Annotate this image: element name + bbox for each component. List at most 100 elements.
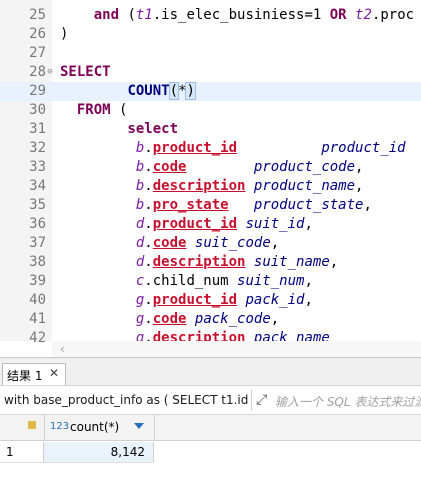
- line-number: 42: [29, 330, 46, 346]
- line-number: 36: [29, 216, 46, 232]
- lock-icon: [28, 421, 36, 429]
- code-token: ,: [304, 216, 313, 232]
- code-text: d.description suit_name,: [60, 253, 338, 272]
- code-token: pack_id: [245, 292, 305, 308]
- code-line[interactable]: 28 ⊖ SELECT: [0, 63, 421, 82]
- column-name: count(*): [70, 420, 120, 434]
- code-token: SELECT: [60, 64, 111, 80]
- line-number: 34: [29, 178, 46, 194]
- code-line[interactable]: 32 b.product_id product_id: [0, 139, 421, 158]
- line-number: 27: [29, 45, 46, 61]
- filter-input[interactable]: 输入一个 SQL 表达式来过滤: [275, 393, 421, 410]
- divider: [251, 390, 252, 410]
- line-number: 28: [29, 64, 46, 80]
- code-line[interactable]: 27: [0, 44, 421, 63]
- code-token: ): [60, 26, 69, 42]
- code-line[interactable]: 37 d.code suit_code,: [0, 234, 421, 253]
- code-line[interactable]: 39 c.child_num suit_num,: [0, 272, 421, 291]
- code-text: SELECT: [60, 63, 111, 82]
- line-number: 33: [29, 159, 46, 175]
- horizontal-scrollbar[interactable]: ‹: [52, 341, 421, 357]
- code-token: code: [152, 159, 187, 175]
- column-header-count[interactable]: 123 count(*): [44, 415, 155, 440]
- code-token: t1: [135, 7, 153, 23]
- tab-result-1[interactable]: 结果 1 ✕: [2, 363, 66, 385]
- sql-editor[interactable]: 25 and (t1.is_elec_businiess=1 OR t2.pro…: [0, 0, 421, 357]
- code-token: description: [152, 254, 246, 270]
- line-number: 31: [29, 121, 46, 137]
- code-token: product_name: [253, 178, 356, 194]
- code-token: pro_state: [152, 197, 229, 213]
- close-icon[interactable]: ✕: [49, 366, 59, 380]
- code-line[interactable]: 35 b.pro_state product_state,: [0, 196, 421, 215]
- code-token: .: [144, 311, 153, 327]
- code-token: suit_name: [253, 254, 330, 270]
- filter-bar: with base_product_info as ( SELECT t1.id…: [0, 385, 421, 415]
- line-number: 35: [29, 197, 46, 213]
- code-token: ,: [270, 235, 280, 251]
- code-line[interactable]: 25 and (t1.is_elec_businiess=1 OR t2.pro…: [0, 6, 421, 25]
- code-token: ,: [270, 311, 280, 327]
- line-number: 25: [29, 7, 46, 23]
- code-text: COUNT(*): [60, 82, 196, 101]
- code-token: .is_elec_businiess=1: [152, 7, 330, 23]
- row-number: 1: [0, 442, 44, 463]
- code-token: .: [144, 254, 153, 270]
- code-line[interactable]: 34 b.description product_name,: [0, 177, 421, 196]
- code-token: pack_code: [194, 311, 271, 327]
- code-line[interactable]: 40 g.product_id pack_id,: [0, 291, 421, 310]
- code-token: .: [144, 140, 153, 156]
- results-tab-strip: 结果 1 ✕: [0, 357, 421, 385]
- code-line[interactable]: 36 d.product_id suit_id,: [0, 215, 421, 234]
- code-token: t2: [355, 7, 372, 23]
- table-cell[interactable]: 8,142: [44, 442, 154, 463]
- code-token: ): [185, 82, 196, 100]
- table-row[interactable]: 1 8,142: [0, 442, 421, 463]
- code-token: (: [127, 7, 136, 23]
- code-token: product_id: [152, 140, 238, 156]
- code-line[interactable]: 29 COUNT(*): [0, 82, 421, 101]
- code-line[interactable]: 26): [0, 25, 421, 44]
- code-token: code: [152, 311, 187, 327]
- code-text: b.description product_name,: [60, 177, 364, 196]
- code-line[interactable]: 30 FROM (: [0, 101, 421, 120]
- code-token: description: [152, 178, 246, 194]
- code-token: .: [144, 292, 153, 308]
- code-line[interactable]: 41 g.code pack_code,: [0, 310, 421, 329]
- filter-expand-icon[interactable]: ⤢: [256, 392, 267, 408]
- code-line[interactable]: 33 b.code product_code,: [0, 158, 421, 177]
- sort-dropdown-icon[interactable]: [134, 423, 144, 429]
- line-number: 38: [29, 254, 46, 270]
- scroll-left-icon[interactable]: ‹: [60, 341, 65, 357]
- code-text: b.product_id product_id: [60, 139, 406, 158]
- code-token: ,: [363, 197, 372, 213]
- code-token: COUNT: [127, 83, 170, 99]
- code-token: (: [168, 82, 180, 100]
- fold-toggle-icon[interactable]: ⊖: [46, 68, 54, 77]
- result-grid[interactable]: 123 count(*) 1 8,142: [0, 415, 421, 477]
- code-line[interactable]: 38 d.description suit_name,: [0, 253, 421, 272]
- code-text: FROM (: [60, 101, 128, 120]
- tab-label: 结果 1: [7, 369, 43, 383]
- code-line[interactable]: 31 select: [0, 120, 421, 139]
- code-text: b.pro_state product_state,: [60, 196, 372, 215]
- code-token: .: [144, 159, 153, 175]
- code-token: ,: [355, 159, 364, 175]
- code-token: .child_num: [144, 273, 238, 289]
- code-token: suit_id: [245, 216, 305, 232]
